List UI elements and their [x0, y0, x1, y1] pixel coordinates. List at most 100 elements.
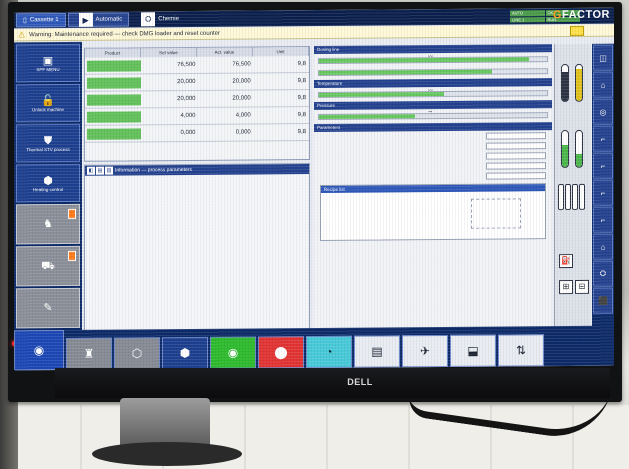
- run-icon: ◉: [227, 345, 239, 360]
- column-header: Unit: [253, 47, 309, 57]
- right-nav-button[interactable]: ⌐: [593, 125, 613, 152]
- parameter-input[interactable]: [486, 171, 546, 180]
- column-header: Act. value: [197, 47, 253, 57]
- warning-icon: ⚠: [18, 30, 26, 40]
- product-name-cell: [87, 93, 142, 106]
- hmi-screen: ▯ Cassette 1 ▶ Automatic ⛭ Chemie AUTO O…: [14, 7, 614, 371]
- left-nav: ▣ SPF MENU 🔓 Unlock machine ⛊ Thermal ST…: [14, 41, 82, 355]
- level-tube: [561, 129, 569, 169]
- nav-label: SPF MENU: [36, 66, 60, 72]
- tab-automatic[interactable]: ▶ Automatic: [67, 12, 130, 27]
- right-nav-button[interactable]: ⌐: [593, 179, 613, 206]
- right-nav-button[interactable]: ⌐: [593, 206, 613, 233]
- set-value-cell: 76,500: [177, 61, 196, 69]
- info-panel-header: ◧ ▤ ▥ Information — process parameters: [85, 164, 309, 176]
- bull-icon: ♞: [43, 218, 53, 231]
- tab-label: Chemie: [158, 16, 179, 23]
- toolbar-button[interactable]: ⬡: [114, 337, 160, 370]
- right-nav: ◫ ⌂ ◎ ⌐ ⌐ ⌐ ⌐ ⌂ ⛭ ⬛: [592, 43, 614, 346]
- panel-tool-button[interactable]: ▤: [96, 166, 104, 175]
- right-nav-button[interactable]: ⬛: [593, 287, 613, 314]
- level-bar-fill: [319, 114, 415, 119]
- act-value-cell: 0,000: [235, 129, 251, 136]
- monitor-logo: DELL: [347, 377, 373, 387]
- nav-button-heating[interactable]: ⬢ Heating control: [16, 163, 80, 203]
- right-nav-button[interactable]: ⌐: [593, 152, 613, 179]
- shield-icon: ⛊: [43, 134, 53, 147]
- table-row[interactable]: 4,000 4,000 9,8: [85, 107, 309, 126]
- panel-tool-button[interactable]: ◧: [87, 166, 95, 175]
- right-nav-button[interactable]: ⛭: [593, 260, 613, 287]
- temperature-section: Temperature 〰: [314, 78, 552, 100]
- gear-icon: ⛭: [141, 12, 156, 27]
- start-button[interactable]: ◉: [14, 329, 64, 371]
- toolbar-button[interactable]: ♜: [66, 337, 112, 370]
- transfer-button[interactable]: ✈: [402, 334, 448, 368]
- level-tube: [561, 63, 569, 103]
- valve-icon: ⬡: [131, 346, 143, 361]
- section-title: Pressure: [314, 100, 552, 110]
- play-icon: ▶: [78, 12, 93, 27]
- status-badge: [68, 250, 76, 261]
- nav-button-loading[interactable]: ⛟: [16, 245, 80, 287]
- nav-button-unloading[interactable]: ♞: [16, 203, 80, 245]
- nav-button-menu[interactable]: ▣ SPF MENU: [16, 43, 80, 83]
- panel-icon: ◫: [599, 53, 607, 63]
- gauge-column: ⛽ ⊞ ⊟: [554, 43, 590, 347]
- unlock-icon: 🔓: [41, 94, 55, 107]
- toolbar-button[interactable]: ⬢: [162, 336, 208, 370]
- set-value-cell: 0,000: [180, 129, 196, 137]
- table-row[interactable]: 76,500 76,500 9,8: [85, 56, 309, 75]
- tank-icon[interactable]: ⊟: [575, 279, 589, 294]
- parameter-input[interactable]: [486, 161, 546, 170]
- tab-cassette[interactable]: ▯ Cassette 1: [16, 12, 66, 28]
- start-icon: ◉: [33, 343, 45, 358]
- clock-button[interactable]: ◔: [306, 335, 352, 369]
- cell: [565, 183, 571, 211]
- recipe-list[interactable]: Recipe list: [320, 183, 546, 241]
- parameter-field[interactable]: [314, 170, 552, 182]
- run-button[interactable]: ◉: [210, 336, 256, 369]
- parameter-input[interactable]: [486, 151, 546, 160]
- gear-icon: ⛭: [599, 268, 607, 278]
- grid-icon[interactable]: ⊞: [559, 279, 573, 295]
- set-value-cell: 20,000: [177, 95, 196, 103]
- level-bar-fill: [319, 69, 493, 75]
- pump-icon[interactable]: ⛽: [559, 253, 573, 269]
- level-bar: ⊸: [318, 109, 548, 122]
- nav-button-unlock[interactable]: 🔓 Unlock machine: [16, 83, 80, 123]
- right-nav-button[interactable]: ◫: [593, 44, 613, 71]
- right-nav-button[interactable]: ⌂: [593, 71, 613, 98]
- sort-icon: ⇅: [515, 343, 527, 358]
- report-icon: ▤: [371, 344, 383, 359]
- dosing-section: Dosing line 〰: [314, 44, 552, 78]
- unit-cell: 9,8: [297, 129, 306, 136]
- nav-button-dosing[interactable]: ✎: [16, 287, 80, 329]
- wave-icon: 〰: [428, 88, 434, 95]
- tab-label: Automatic: [95, 16, 123, 23]
- hexagon-icon: ⬢: [179, 345, 191, 361]
- table-row[interactable]: 20,000 20,000 9,8: [85, 73, 309, 92]
- pipe-icon: ⌐: [600, 134, 606, 144]
- nav-button-thermal[interactable]: ⛊ Thermal STV process: [16, 123, 80, 163]
- tab-chemie[interactable]: ⛭ Chemie: [131, 12, 185, 27]
- stop-button[interactable]: ⬤: [258, 336, 304, 369]
- table-row[interactable]: 0,000 0,000 9,8: [85, 124, 309, 143]
- report-button[interactable]: ▤: [354, 335, 400, 368]
- info-panel: ◧ ▤ ▥ Information — process parameters: [84, 163, 310, 350]
- table-row[interactable]: 20,000 20,000 9,8: [85, 90, 309, 109]
- level-bar-fill: [319, 57, 529, 63]
- sort-button[interactable]: ⇅: [498, 334, 544, 367]
- alarm-acknowledge-button[interactable]: [570, 25, 584, 36]
- act-value-cell: 20,000: [232, 78, 251, 85]
- parameter-input[interactable]: [486, 141, 546, 150]
- home-icon: ⌂: [600, 80, 606, 90]
- storage-button[interactable]: ⬓: [450, 334, 496, 367]
- parameter-input[interactable]: [486, 131, 546, 140]
- right-nav-button[interactable]: ◎: [593, 98, 613, 125]
- square-icon: ⬛: [598, 296, 608, 306]
- cell-array: [558, 183, 585, 211]
- stop-icon: ⬤: [274, 345, 288, 360]
- panel-tool-button[interactable]: ▥: [105, 166, 113, 175]
- right-nav-button[interactable]: ⌂: [593, 233, 613, 260]
